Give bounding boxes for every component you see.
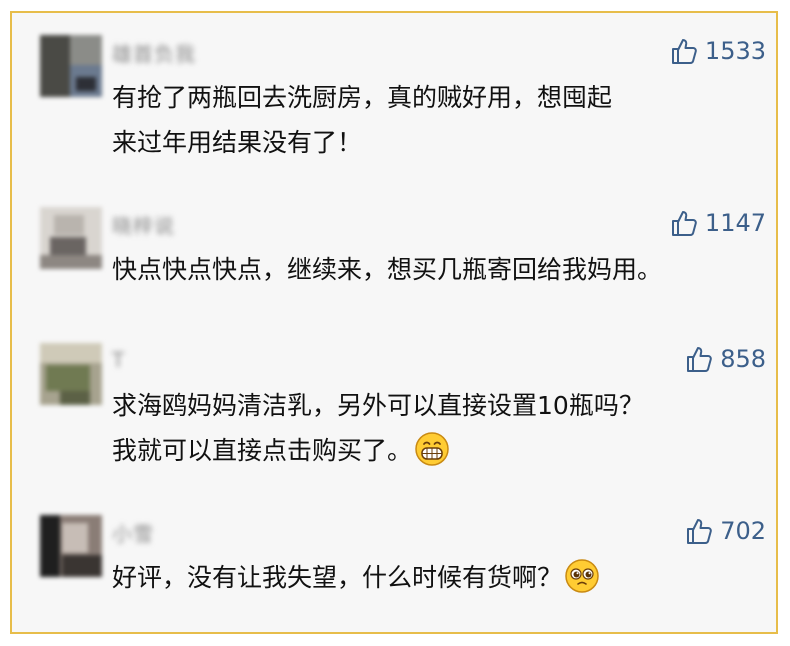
comment-line: 好评，没有让我失望，什么时候有货啊？ bbox=[112, 563, 563, 592]
comment-line: 快点快点快点，继续来，想买几瓶寄回给我妈用。 bbox=[112, 255, 663, 284]
like-button[interactable]: 1147 bbox=[671, 209, 766, 237]
comment-text: 好评，没有让我失望，什么时候有货啊？ bbox=[112, 555, 752, 600]
like-count: 858 bbox=[720, 345, 766, 373]
comment-line: 求海鸥妈妈清洁乳，另外可以直接设置10瓶吗？ bbox=[112, 391, 644, 420]
thumbs-up-icon bbox=[687, 519, 712, 544]
like-count: 1533 bbox=[704, 37, 766, 65]
pleading-emoji-icon bbox=[564, 558, 600, 594]
avatar[interactable] bbox=[40, 35, 102, 97]
like-count: 702 bbox=[720, 517, 766, 545]
thumbs-up-icon bbox=[687, 347, 712, 372]
comment-line-with-emoji: 我就可以直接点击购买了。 bbox=[112, 428, 752, 473]
comment-line: 来过年用结果没有了！ bbox=[112, 128, 363, 157]
comment-line: 有抢了两瓶回去洗厨房，真的贼好用，想囤起 bbox=[112, 83, 613, 112]
username[interactable]: 雄首负我 bbox=[112, 35, 196, 69]
avatar[interactable] bbox=[40, 207, 102, 269]
like-button[interactable]: 1533 bbox=[671, 37, 766, 65]
comment-text: 求海鸥妈妈清洁乳，另外可以直接设置10瓶吗？ 我就可以直接点击购买了。 bbox=[112, 383, 752, 473]
comment-line-with-emoji: 好评，没有让我失望，什么时候有货啊？ bbox=[112, 555, 752, 600]
username[interactable]: 晓梓说 bbox=[112, 207, 175, 241]
grin-emoji-icon bbox=[414, 431, 450, 467]
username[interactable]: 小雪 bbox=[112, 515, 154, 549]
like-button[interactable]: 702 bbox=[686, 517, 766, 545]
comment-line: 我就可以直接点击购买了。 bbox=[112, 436, 413, 465]
thumbs-up-icon bbox=[671, 39, 697, 64]
like-button[interactable]: 858 bbox=[686, 345, 766, 373]
comments-panel: 雄首负我 1533 有抢了两瓶回去洗厨房，真的贼好用，想囤起 来过年用结果没有了… bbox=[10, 11, 778, 634]
thumbs-up-icon bbox=[671, 211, 697, 236]
avatar[interactable] bbox=[40, 515, 102, 577]
comment-text: 有抢了两瓶回去洗厨房，真的贼好用，想囤起 来过年用结果没有了！ bbox=[112, 75, 752, 165]
username[interactable]: T bbox=[112, 343, 125, 377]
comment-text: 快点快点快点，继续来，想买几瓶寄回给我妈用。 bbox=[112, 247, 752, 292]
avatar[interactable] bbox=[40, 343, 102, 405]
like-count: 1147 bbox=[704, 209, 766, 237]
